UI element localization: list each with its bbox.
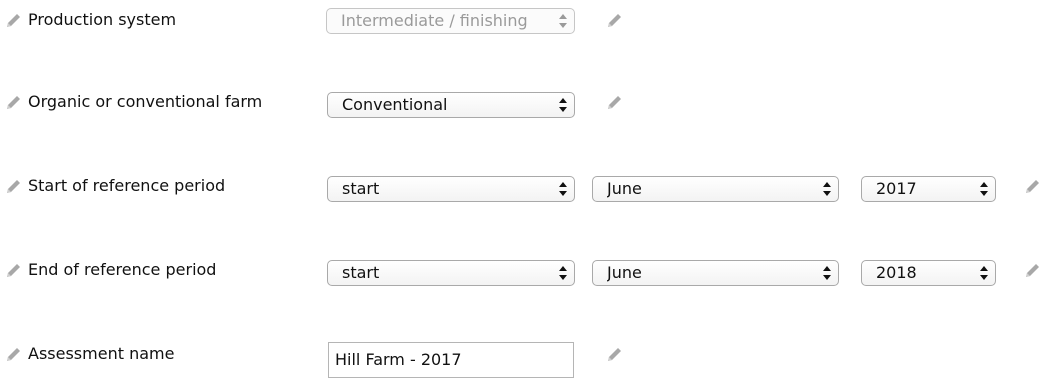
- assessment-name-row: Assessment name Hill Farm - 2017: [0, 336, 1042, 378]
- pencil-icon: [5, 11, 23, 29]
- end-period-row: End of reference period start June 2018: [0, 252, 1042, 292]
- edit-pencil-icon[interactable]: [606, 345, 624, 363]
- pencil-icon: [5, 93, 23, 111]
- updown-arrows-icon: [822, 177, 832, 201]
- farm-type-label: Organic or conventional farm: [28, 92, 263, 111]
- end-year-select[interactable]: 2018: [861, 260, 996, 286]
- updown-arrows-icon: [979, 177, 989, 201]
- end-month-select[interactable]: June: [592, 260, 839, 286]
- end-period-label: End of reference period: [28, 260, 217, 279]
- end-part-select[interactable]: start: [327, 260, 575, 286]
- start-part-select[interactable]: start: [327, 176, 575, 202]
- end-part-value: start: [342, 263, 380, 282]
- end-month-value: June: [607, 263, 642, 282]
- updown-arrows-icon: [979, 261, 989, 285]
- production-system-row: Production system Intermediate / finishi…: [0, 2, 1042, 42]
- assessment-name-label: Assessment name: [28, 344, 175, 363]
- edit-pencil-icon[interactable]: [606, 11, 624, 29]
- production-system-label: Production system: [28, 10, 177, 29]
- updown-arrows-icon: [558, 93, 568, 117]
- updown-arrows-icon: [558, 9, 568, 33]
- start-month-value: June: [607, 179, 642, 198]
- pencil-icon: [5, 177, 23, 195]
- edit-pencil-icon[interactable]: [1024, 261, 1042, 279]
- start-month-select[interactable]: June: [592, 176, 839, 202]
- farm-type-value: Conventional: [342, 95, 448, 114]
- production-system-select[interactable]: Intermediate / finishing: [326, 8, 575, 34]
- production-system-value: Intermediate / finishing: [341, 11, 528, 30]
- farm-type-select[interactable]: Conventional: [327, 92, 575, 118]
- farm-type-row: Organic or conventional farm Conventiona…: [0, 84, 1042, 124]
- start-period-label: Start of reference period: [28, 176, 226, 195]
- start-year-value: 2017: [876, 179, 917, 198]
- edit-pencil-icon[interactable]: [1024, 177, 1042, 195]
- updown-arrows-icon: [558, 177, 568, 201]
- start-part-value: start: [342, 179, 380, 198]
- updown-arrows-icon: [558, 261, 568, 285]
- pencil-icon: [5, 345, 23, 363]
- updown-arrows-icon: [822, 261, 832, 285]
- assessment-name-input[interactable]: Hill Farm - 2017: [328, 342, 574, 378]
- end-year-value: 2018: [876, 263, 917, 282]
- edit-pencil-icon[interactable]: [606, 93, 624, 111]
- pencil-icon: [5, 261, 23, 279]
- start-year-select[interactable]: 2017: [861, 176, 996, 202]
- start-period-row: Start of reference period start June 201…: [0, 168, 1042, 208]
